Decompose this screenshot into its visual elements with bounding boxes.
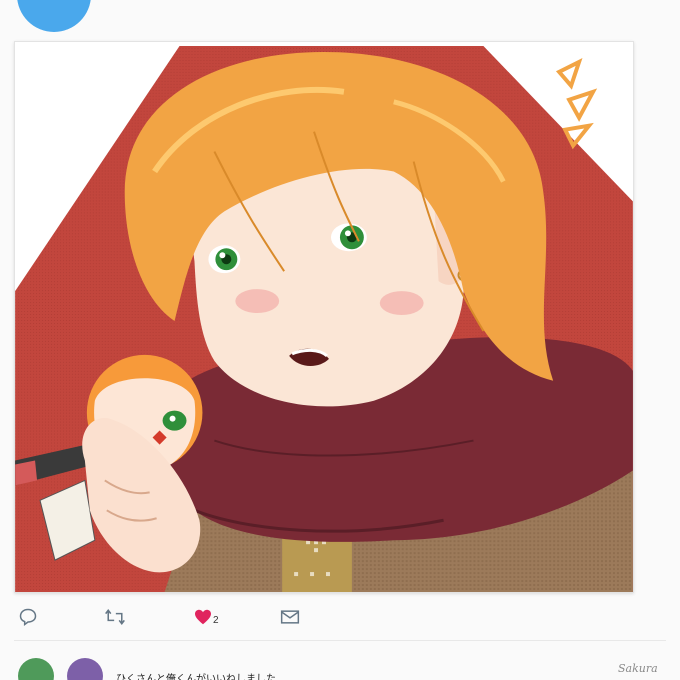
avatar[interactable] bbox=[67, 658, 103, 680]
notification-text: ひくさんと俺くんがいいねしました bbox=[116, 674, 276, 680]
tweet-actions: 2 bbox=[0, 600, 680, 634]
illustration bbox=[15, 42, 633, 592]
divider bbox=[14, 640, 666, 641]
profile-avatar[interactable] bbox=[17, 0, 91, 32]
heart-icon bbox=[195, 609, 211, 625]
like-notification[interactable]: ひくさんと俺くんがいいねしました bbox=[0, 650, 680, 680]
retweet-icon bbox=[105, 608, 125, 626]
retweet-button[interactable] bbox=[104, 606, 132, 628]
avatar[interactable] bbox=[18, 658, 54, 680]
artist-signature: Sakura bbox=[618, 662, 658, 675]
like-button[interactable]: 2 bbox=[194, 606, 234, 628]
message-button[interactable] bbox=[280, 606, 308, 628]
reply-button[interactable] bbox=[18, 606, 46, 628]
post-image[interactable] bbox=[14, 41, 634, 593]
like-count: 2 bbox=[213, 614, 219, 626]
mail-icon bbox=[280, 610, 300, 624]
reply-icon bbox=[19, 608, 37, 626]
